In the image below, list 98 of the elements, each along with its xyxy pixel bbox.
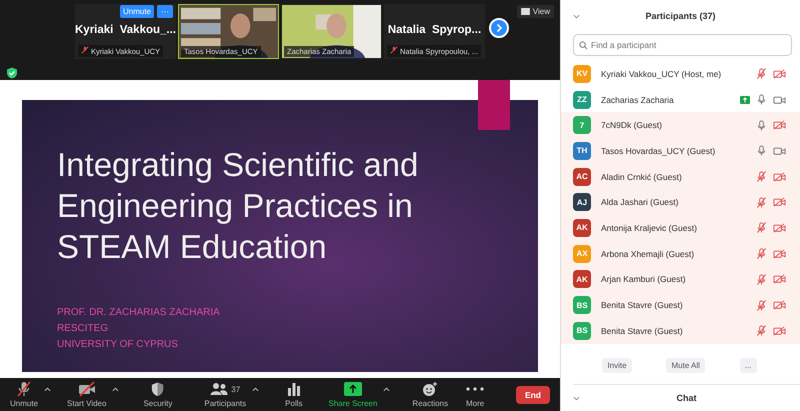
participant-row[interactable]: BS Benita Stavre (Guest) bbox=[561, 318, 800, 344]
slide-title: Integrating Scientific and Engineering Practices in STEAM Education bbox=[57, 145, 420, 267]
caret-icon bbox=[383, 387, 390, 392]
toolbar-button[interactable]: More bbox=[462, 381, 488, 408]
panel-title: Participants (37) bbox=[645, 11, 716, 21]
participant-row[interactable]: BS Benita Stavre (Guest) bbox=[561, 292, 800, 318]
participant-row[interactable]: ZZ Zacharias Zacharia bbox=[561, 86, 800, 112]
video-off-icon[interactable] bbox=[773, 68, 786, 79]
slide-accent bbox=[478, 80, 510, 130]
video-off-icon[interactable] bbox=[773, 222, 786, 233]
participant-row[interactable]: AK Antonija Kraljevic (Guest) bbox=[561, 215, 800, 241]
avatar: KV bbox=[573, 64, 591, 83]
mic-icon[interactable] bbox=[756, 94, 767, 106]
slide-text: RESCITEG bbox=[57, 322, 108, 336]
toolbar-button[interactable]: Security bbox=[139, 381, 176, 408]
muted-mic-icon[interactable] bbox=[756, 300, 767, 311]
participant-row[interactable]: AJ Alda Jashari (Guest) bbox=[561, 189, 800, 216]
muted-mic-icon[interactable] bbox=[756, 274, 767, 285]
mic-icon[interactable] bbox=[756, 145, 767, 156]
participant-row[interactable]: AK Arjan Kamburi (Guest) bbox=[561, 266, 800, 292]
share-screen-icon bbox=[344, 382, 362, 396]
video-off-icon[interactable] bbox=[773, 120, 786, 130]
participant-name: Arbona Xhemajli (Guest) bbox=[601, 248, 696, 259]
video-off-icon[interactable] bbox=[773, 197, 786, 208]
participant-name: Benita Stavre (Guest) bbox=[601, 326, 684, 336]
avatar: AK bbox=[573, 218, 591, 237]
avatar: TH bbox=[573, 142, 591, 160]
shield-icon[interactable] bbox=[6, 67, 18, 79]
participant-row[interactable]: KV Kyriaki Vakkou_UCY (Host, me) bbox=[561, 61, 800, 87]
more-icon bbox=[466, 387, 484, 391]
caret-icon bbox=[112, 387, 120, 392]
next-page-button[interactable] bbox=[489, 18, 509, 38]
participant-name: Kyriaki Vakkou_UCY (Host, me) bbox=[601, 68, 722, 79]
participant-row[interactable]: AX Arbona Xhemajli (Guest) bbox=[561, 240, 800, 266]
grid-icon bbox=[520, 8, 530, 15]
video-off-icon[interactable] bbox=[773, 326, 786, 336]
participant-name: Aladin Crnkić (Guest) bbox=[601, 172, 683, 182]
search-field[interactable]: Find a participant bbox=[573, 34, 792, 56]
toolbar-button[interactable]: Share Screen bbox=[324, 381, 382, 408]
avatar: BS bbox=[573, 322, 591, 340]
slide-text: UNIVERSITY OF CYPRUS bbox=[57, 338, 178, 352]
participant-name: 7cN9Dk (Guest) bbox=[601, 120, 663, 130]
video-off-icon bbox=[78, 381, 96, 397]
people-icon bbox=[210, 382, 228, 396]
toolbar-button[interactable]: Reactions bbox=[408, 381, 452, 408]
muted-mic-icon[interactable] bbox=[756, 222, 767, 234]
collapse-icon[interactable] bbox=[573, 396, 580, 400]
avatar: BS bbox=[573, 296, 591, 314]
muted-mic-icon[interactable] bbox=[756, 196, 767, 208]
panel-title: Chat bbox=[676, 393, 696, 403]
participant-row[interactable]: 7 7cN9Dk (Guest) bbox=[561, 112, 800, 138]
shield-icon bbox=[150, 381, 166, 397]
participant-count: 37 bbox=[231, 384, 240, 394]
participant-row[interactable]: TH Tasos Hovardas_UCY (Guest) bbox=[561, 138, 800, 164]
video-off-icon[interactable] bbox=[773, 172, 786, 182]
avatar: ZZ bbox=[573, 90, 591, 109]
collapse-icon[interactable] bbox=[573, 14, 580, 18]
chevron-right-icon bbox=[494, 23, 504, 33]
participant-name: Zacharias Zacharia bbox=[601, 94, 675, 105]
muted-mic-icon[interactable] bbox=[756, 248, 767, 260]
mic-icon[interactable] bbox=[756, 120, 767, 131]
participant-name: Antonija Kraljevic (Guest) bbox=[601, 222, 698, 233]
view-button[interactable]: View bbox=[516, 5, 554, 18]
muted-mic-icon[interactable] bbox=[756, 325, 767, 336]
muted-mic-icon[interactable] bbox=[756, 171, 767, 182]
avatar: AC bbox=[573, 168, 591, 186]
bar-chart-icon bbox=[286, 382, 301, 396]
avatar: 7 bbox=[573, 116, 591, 134]
video-off-icon[interactable] bbox=[773, 248, 786, 259]
avatar: AX bbox=[573, 244, 591, 263]
panel-button[interactable]: ... bbox=[740, 358, 757, 372]
participant-name: Alda Jashari (Guest) bbox=[601, 197, 680, 208]
slide-text: PROF. DR. ZACHARIAS ZACHARIA bbox=[57, 306, 220, 320]
panel-button[interactable]: Invite bbox=[602, 358, 632, 372]
participant-row[interactable]: AC Aladin Crnkić (Guest) bbox=[561, 164, 800, 190]
avatar: AJ bbox=[573, 193, 591, 212]
participant-name: Kyriaki Vakkou_... bbox=[75, 24, 176, 36]
avatar: AK bbox=[573, 270, 591, 288]
toolbar-button[interactable]: Start Video bbox=[63, 381, 110, 408]
participant-name: Tasos Hovardas_UCY (Guest) bbox=[601, 146, 716, 156]
participant-name: Arjan Kamburi (Guest) bbox=[601, 274, 687, 284]
muted-mic-icon bbox=[16, 381, 32, 397]
caret-icon bbox=[44, 387, 52, 392]
end-button[interactable]: End bbox=[516, 386, 550, 404]
toolbar-button[interactable]: 37 Participants bbox=[200, 381, 250, 408]
caret-icon bbox=[252, 387, 260, 392]
toolbar-button[interactable]: Polls bbox=[281, 381, 306, 408]
video-off-icon[interactable] bbox=[773, 274, 786, 284]
panel-button[interactable]: Mute All bbox=[666, 358, 705, 372]
smiley-icon bbox=[422, 381, 438, 397]
video-camera-icon[interactable] bbox=[773, 146, 786, 156]
search-icon bbox=[579, 40, 588, 50]
participant-name: Natalia Spyrop... bbox=[388, 24, 482, 36]
video-off-icon[interactable] bbox=[773, 300, 786, 310]
muted-mic-icon[interactable] bbox=[756, 68, 767, 80]
video-camera-icon[interactable] bbox=[773, 94, 786, 105]
participant-name: Benita Stavre (Guest) bbox=[601, 300, 684, 310]
toolbar-button[interactable]: Unmute bbox=[6, 381, 42, 408]
